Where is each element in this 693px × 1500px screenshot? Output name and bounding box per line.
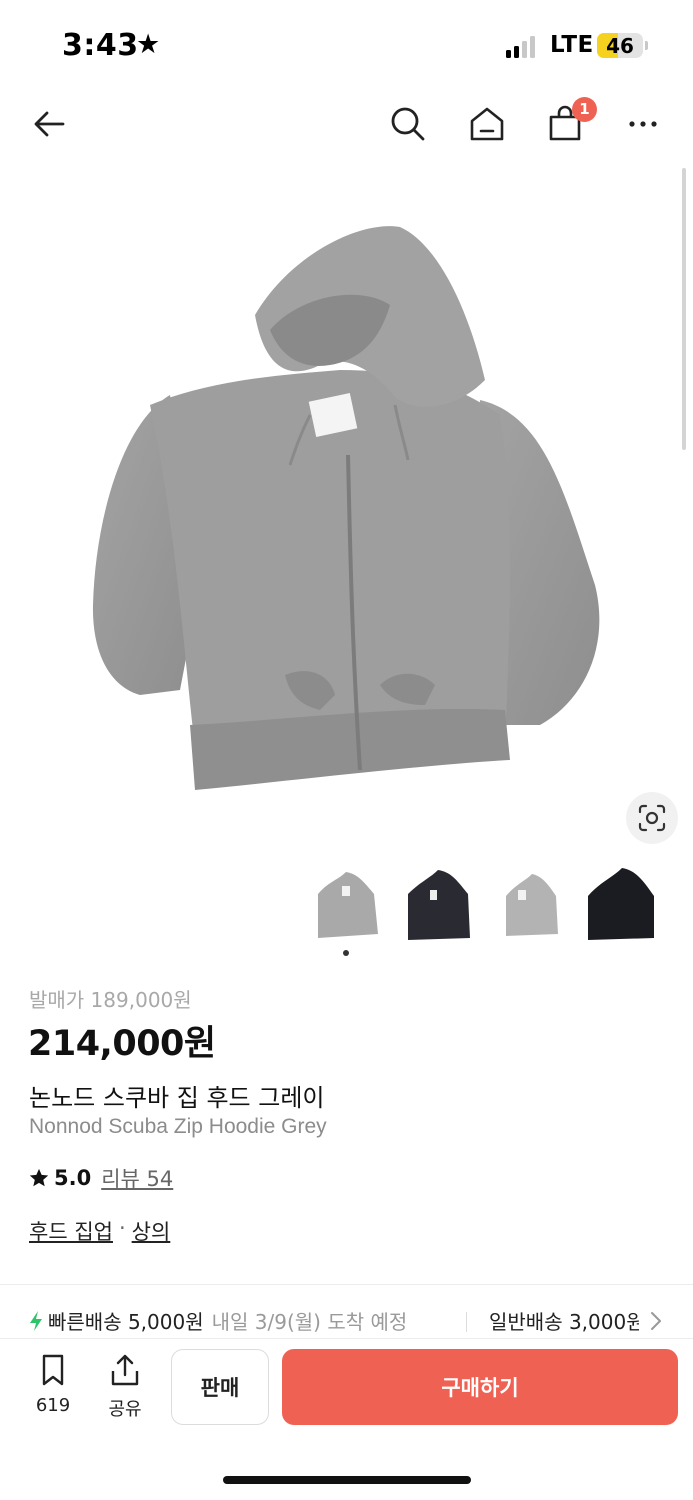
thumbnail-grey-hoodie-alt — [506, 874, 558, 936]
thumbnail-grey-2[interactable] — [492, 862, 570, 948]
section-divider — [0, 1284, 693, 1285]
more-button[interactable] — [619, 100, 667, 148]
location-star-icon: ★ — [136, 29, 161, 60]
sell-button[interactable]: 판매 — [171, 1349, 269, 1425]
camera-scan-icon — [638, 804, 666, 832]
carousel-indicator — [343, 950, 349, 956]
image-scrollbar[interactable] — [682, 168, 686, 450]
review-link[interactable]: 리뷰 54 — [101, 1163, 173, 1193]
battery-icon: 46 — [597, 33, 643, 58]
thumbnail-black-1[interactable] — [400, 862, 478, 948]
thumbnail-black-2[interactable] — [582, 862, 660, 948]
release-price: 발매가 189,000원 — [29, 988, 192, 1012]
thumbnail-grey-1[interactable] — [308, 862, 386, 948]
lightning-icon — [30, 1310, 42, 1331]
thumbnail-black-hoodie-alt — [588, 868, 654, 940]
hoodie-illustration — [92, 226, 600, 790]
fast-shipping-label: 빠른배송 5,000원 — [48, 1310, 204, 1334]
search-icon — [391, 107, 425, 141]
shipping-options[interactable]: 빠른배송 5,000원 내일 3/9(월) 도착 예정 일반배송 3,000원 — [28, 1306, 693, 1338]
category-link-hood-zipup[interactable]: 후드 집업 — [29, 1216, 113, 1246]
category-link-top[interactable]: 상의 — [132, 1216, 171, 1246]
cart-count-badge: 1 — [572, 97, 597, 122]
chevron-right-icon — [651, 1312, 661, 1330]
share-label: 공유 — [108, 1399, 142, 1420]
thumbnail-black-hoodie — [408, 870, 470, 940]
product-image[interactable] — [0, 165, 693, 855]
shipping-separator — [466, 1312, 467, 1332]
signal-icon — [506, 36, 538, 58]
home-button[interactable] — [463, 100, 511, 148]
status-time: 3:43 — [62, 28, 139, 63]
normal-shipping-label[interactable]: 일반배송 3,000원 — [489, 1306, 639, 1335]
buy-button[interactable]: 구매하기 — [282, 1349, 678, 1425]
star-icon — [29, 1168, 49, 1187]
rating-row: 5.0 리뷰 54 — [28, 1163, 173, 1193]
more-horizontal-icon — [629, 121, 657, 127]
status-bar: 3:43 ★ LTE 46 — [0, 0, 693, 92]
battery-level: 46 — [606, 34, 634, 58]
bookmark-button[interactable]: 619 — [28, 1353, 78, 1416]
bookmark-count: 619 — [35, 1395, 71, 1416]
thumbnail-grey-hoodie — [318, 872, 378, 938]
image-search-button[interactable] — [626, 792, 678, 844]
share-icon — [111, 1354, 139, 1386]
category-separator: · — [118, 1216, 126, 1240]
product-name-korean: 논노드 스쿠바 집 후드 그레이 — [29, 1084, 325, 1112]
network-type: LTE — [550, 32, 594, 58]
arrow-left-icon — [34, 111, 65, 137]
fast-shipping-eta: 내일 3/9(월) 도착 예정 — [211, 1310, 408, 1334]
home-indicator — [223, 1476, 471, 1484]
battery-nub — [645, 41, 648, 50]
product-name-english: Nonnod Scuba Zip Hoodie Grey — [29, 1115, 327, 1138]
bookmark-icon — [42, 1354, 64, 1386]
share-button[interactable]: 공유 — [100, 1353, 150, 1421]
thumbnail-strip — [308, 862, 658, 948]
home-icon — [470, 107, 504, 141]
current-price: 214,000원 — [28, 1024, 216, 1064]
back-button[interactable] — [25, 100, 73, 148]
rating-score: 5.0 — [54, 1166, 92, 1190]
search-button[interactable] — [384, 100, 432, 148]
category-breadcrumb: 후드 집업 · 상의 — [29, 1216, 170, 1246]
fast-shipping[interactable]: 빠른배송 5,000원 내일 3/9(월) 도착 예정 — [28, 1306, 407, 1335]
